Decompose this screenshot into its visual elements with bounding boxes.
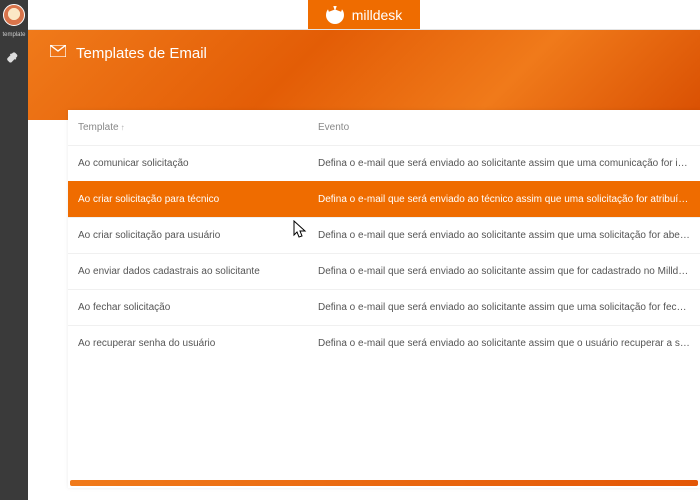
table-row[interactable]: Ao criar solicitação para técnicoDefina … [68,182,700,218]
scroll-accent-bar[interactable] [70,480,698,486]
cell-template: Ao criar solicitação para técnico [68,182,308,218]
cell-evento: Defina o e-mail que será enviado ao técn… [308,182,700,218]
sort-asc-icon: ↑ [121,123,125,132]
table-row[interactable]: Ao criar solicitação para usuárioDefina … [68,218,700,254]
brand-pill[interactable]: milldesk [308,0,421,29]
topbar: milldesk [28,0,700,30]
templates-card: Template↑ Evento Ao comunicar solicitaçã… [68,110,700,488]
main: milldesk Templates de Email Template↑ Ev… [28,0,700,500]
cell-evento: Defina o e-mail que será enviado ao soli… [308,254,700,290]
cell-evento: Defina o e-mail que será enviado ao soli… [308,146,700,182]
table-row[interactable]: Ao enviar dados cadastrais ao solicitant… [68,254,700,290]
table-row[interactable]: Ao recuperar senha do usuárioDefina o e-… [68,326,700,362]
cell-evento: Defina o e-mail que será enviado ao soli… [308,218,700,254]
sidebar: template [0,0,28,500]
avatar[interactable] [3,4,25,26]
cell-template: Ao comunicar solicitação [68,146,308,182]
cell-template: Ao recuperar senha do usuário [68,326,308,362]
tools-icon[interactable] [6,50,22,66]
cell-template: Ao criar solicitação para usuário [68,218,308,254]
bottom-accent [68,478,700,488]
cell-template: Ao enviar dados cadastrais ao solicitant… [68,254,308,290]
page-header: Templates de Email [28,30,700,120]
page-title: Templates de Email [76,45,207,62]
brand-name: milldesk [352,7,403,23]
sidebar-label-template: template [2,32,25,38]
cell-template: Ao fechar solicitação [68,290,308,326]
table-row[interactable]: Ao fechar solicitaçãoDefina o e-mail que… [68,290,700,326]
table-row[interactable]: Ao comunicar solicitaçãoDefina o e-mail … [68,146,700,182]
cell-evento: Defina o e-mail que será enviado ao soli… [308,290,700,326]
col-header-template[interactable]: Template↑ [68,110,308,146]
cell-evento: Defina o e-mail que será enviado ao soli… [308,326,700,362]
brand-mascot-icon [326,6,344,24]
templates-table: Template↑ Evento Ao comunicar solicitaçã… [68,110,700,361]
mail-icon [50,44,66,62]
col-header-evento[interactable]: Evento [308,110,700,146]
